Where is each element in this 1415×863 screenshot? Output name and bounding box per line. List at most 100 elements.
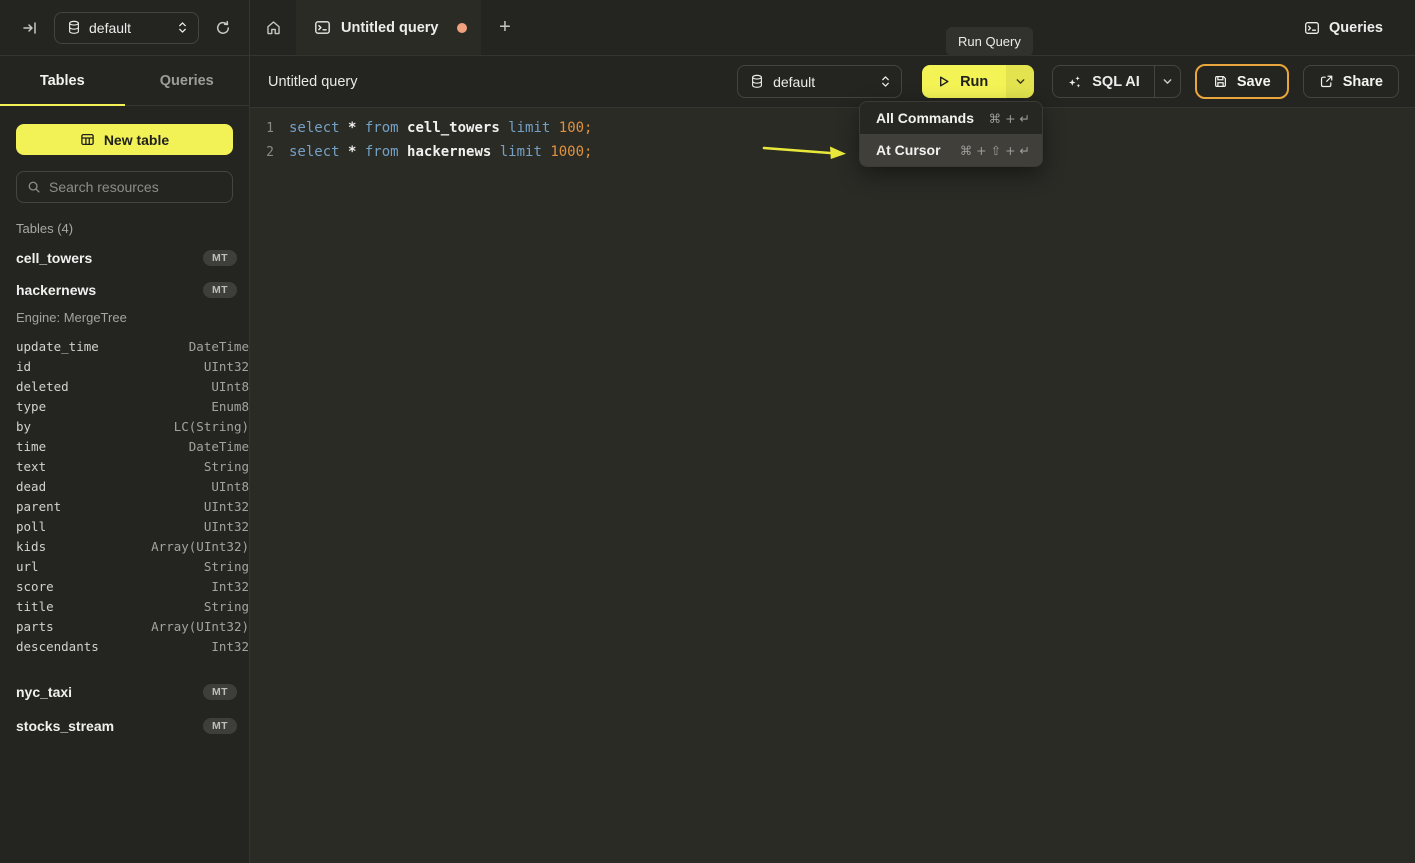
column-name: poll (16, 519, 204, 534)
column-type: UInt32 (204, 499, 249, 514)
search-icon (27, 180, 41, 194)
sidebar-tabs: Tables Queries (0, 56, 249, 106)
tab-untitled-query[interactable]: Untitled query (296, 0, 481, 55)
column-name: time (16, 439, 189, 454)
unsaved-changes-dot (457, 23, 467, 33)
engine-badge: MT (203, 684, 237, 701)
chevron-updown-icon (880, 74, 891, 89)
home-button[interactable] (250, 0, 296, 55)
table-row-nyc-taxi[interactable]: nyc_taxi MT (0, 678, 249, 706)
table-row-hackernews[interactable]: hackernews MT (0, 276, 249, 304)
sidebar-tab-tables[interactable]: Tables (0, 56, 125, 105)
column-name: id (16, 359, 204, 374)
line-number: 1 (250, 121, 274, 136)
menu-item-at-cursor[interactable]: At Cursor ⌘ + ⇧ + ↵ (860, 134, 1042, 166)
column-type: String (204, 459, 249, 474)
chevron-updown-icon (177, 20, 188, 35)
sql-keyword: from (365, 144, 407, 160)
column-name: text (16, 459, 204, 474)
column-row: scoreInt32 (0, 576, 249, 596)
save-button[interactable]: Save (1195, 64, 1289, 99)
table-row-cell-towers[interactable]: cell_towers MT (0, 244, 249, 272)
table-name: stocks_stream (16, 718, 203, 734)
table-name: hackernews (16, 282, 203, 298)
column-row: parentUInt32 (0, 496, 249, 516)
column-type: String (204, 559, 249, 574)
column-row: deletedUInt8 (0, 376, 249, 396)
sql-editor[interactable]: 1 select * from cell_towers limit 100; 2… (250, 108, 1415, 164)
new-table-label: New table (104, 132, 169, 148)
share-button[interactable]: Share (1303, 65, 1399, 98)
queries-button[interactable]: Queries (1296, 14, 1391, 42)
top-bar: default Untitled query + (0, 0, 1415, 56)
search-input[interactable] (49, 179, 222, 195)
column-type: String (204, 599, 249, 614)
active-tab-underline (0, 104, 125, 107)
sql-keyword: limit (500, 144, 551, 160)
sql-keyword: select (289, 120, 348, 136)
column-row: urlString (0, 556, 249, 576)
column-name: kids (16, 539, 151, 554)
collapse-sidebar-button[interactable] (16, 14, 44, 42)
new-tab-button[interactable]: + (481, 0, 529, 55)
column-type: Int32 (211, 579, 249, 594)
terminal-icon (314, 19, 331, 36)
toolbar-database-value: default (773, 74, 871, 90)
play-icon (936, 74, 951, 89)
sidebar: Tables Queries New table Tables (4) cell… (0, 56, 250, 863)
queries-button-label: Queries (1329, 20, 1383, 36)
engine-badge: MT (203, 718, 237, 735)
menu-item-shortcut: ⌘ + ⇧ + ↵ (960, 143, 1030, 158)
sql-ai-button[interactable]: SQL AI (1053, 66, 1154, 97)
column-name: parent (16, 499, 204, 514)
editor-line-2: 2 select * from hackernews limit 1000; (250, 140, 1415, 164)
column-name: score (16, 579, 211, 594)
code-text: select * from cell_towers limit 100; (289, 120, 592, 136)
column-type: LC(String) (174, 419, 249, 434)
tables-section-label: Tables (4) (16, 221, 249, 236)
new-table-button[interactable]: New table (16, 124, 233, 155)
column-type: Array(UInt32) (151, 619, 249, 634)
column-row: pollUInt32 (0, 516, 249, 536)
column-row: descendantsInt32 (0, 636, 249, 656)
column-type: Int32 (211, 639, 249, 654)
database-selector[interactable]: default (54, 12, 199, 44)
menu-item-all-commands[interactable]: All Commands ⌘ + ↵ (860, 102, 1042, 134)
refresh-button[interactable] (209, 14, 237, 42)
run-button[interactable]: Run (922, 65, 1006, 98)
engine-badge: MT (203, 250, 237, 267)
sidebar-tab-queries[interactable]: Queries (125, 56, 250, 105)
menu-item-label: All Commands (876, 110, 974, 126)
column-type: DateTime (189, 439, 249, 454)
toolbar-database-selector[interactable]: default (737, 65, 902, 98)
sql-ai-caret[interactable] (1154, 66, 1180, 97)
column-name: type (16, 399, 211, 414)
column-name: url (16, 559, 204, 574)
sql-ai-split-button: SQL AI (1052, 65, 1181, 98)
column-row: partsArray(UInt32) (0, 616, 249, 636)
column-type: UInt8 (211, 479, 249, 494)
editor-line-1: 1 select * from cell_towers limit 100; (250, 116, 1415, 140)
column-name: deleted (16, 379, 211, 394)
column-row: idUInt32 (0, 356, 249, 376)
table-name: nyc_taxi (16, 684, 203, 700)
refresh-icon (215, 20, 231, 36)
line-number: 2 (250, 145, 274, 160)
queries-terminal-icon (1304, 20, 1320, 36)
column-row: byLC(String) (0, 416, 249, 436)
search-box (16, 171, 233, 203)
sidebar-body: New table (0, 106, 249, 203)
run-button-label: Run (960, 74, 988, 90)
column-row: deadUInt8 (0, 476, 249, 496)
code-text: select * from hackernews limit 1000; (289, 144, 592, 160)
column-row: kidsArray(UInt32) (0, 536, 249, 556)
column-row: titleString (0, 596, 249, 616)
run-options-caret[interactable] (1006, 65, 1034, 98)
save-button-label: Save (1237, 74, 1271, 90)
column-name: title (16, 599, 204, 614)
table-row-stocks-stream[interactable]: stocks_stream MT (0, 712, 249, 740)
sql-number: 100; (559, 120, 593, 136)
topbar-left-section: default (0, 0, 250, 55)
save-icon (1213, 74, 1228, 89)
table-name: cell_towers (16, 250, 203, 266)
